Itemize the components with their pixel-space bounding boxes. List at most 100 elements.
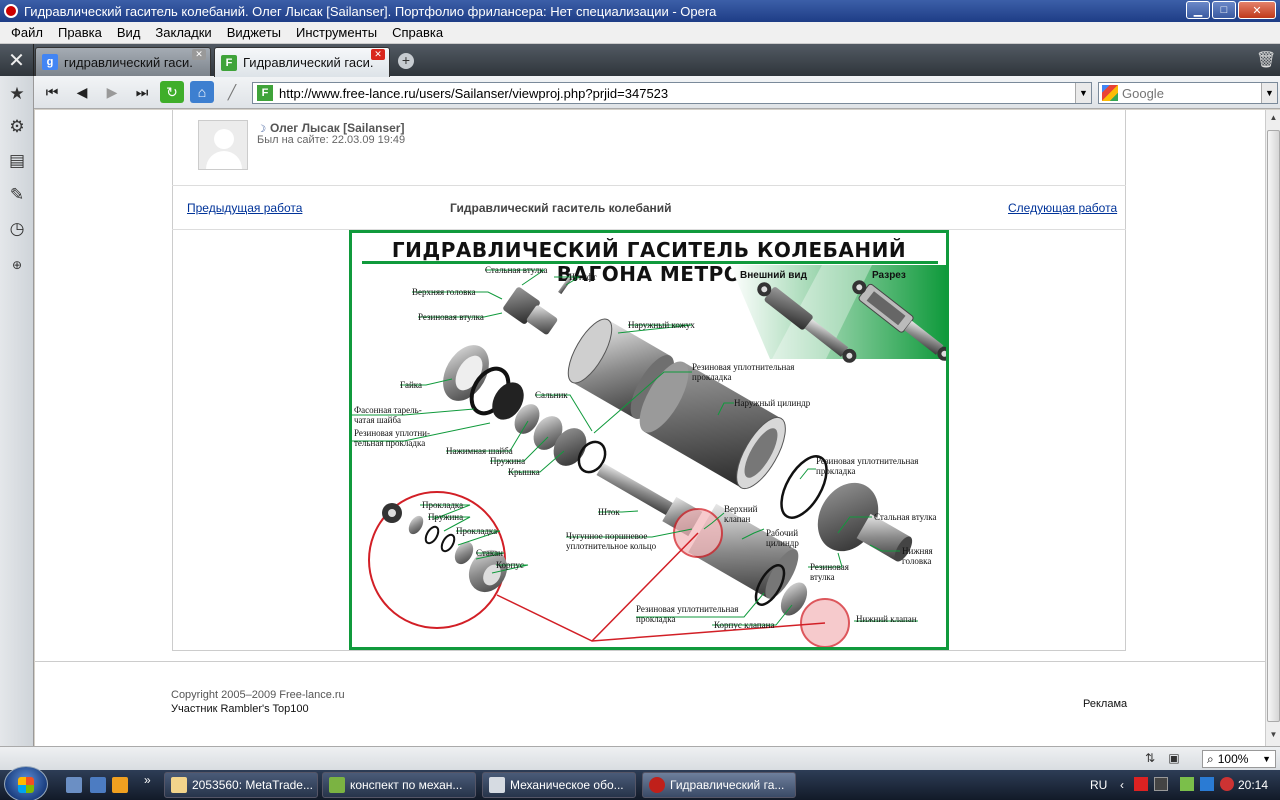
label-steel-bushing-top: Стальная втулка — [485, 265, 548, 275]
portfolio-image[interactable]: ГИДРАВЛИЧЕСКИЙ ГАСИТЕЛЬ КОЛЕБАНИЙ ВАГОНА… — [349, 230, 949, 650]
close-button[interactable]: ✕ — [1238, 1, 1276, 19]
task-konspekt[interactable]: конспект по механ... — [322, 772, 476, 798]
next-work-link[interactable]: Следующая работа — [1008, 201, 1117, 215]
panel-toggle-button[interactable]: ✕ — [0, 44, 34, 76]
search-field[interactable]: ▼ — [1098, 82, 1278, 104]
label-upper-valve-2: клапан — [724, 514, 751, 524]
magnifier-icon: ⌕ — [1207, 751, 1214, 766]
scroll-thumb[interactable] — [1267, 130, 1280, 722]
new-tab-button[interactable]: + — [398, 53, 414, 69]
maximize-button[interactable]: □ — [1212, 1, 1236, 19]
add-panel-icon[interactable]: ⊕ — [4, 252, 30, 278]
vertical-scrollbar[interactable]: ▲ ▼ — [1265, 110, 1280, 746]
bookmarks-star-icon[interactable]: ★ — [4, 81, 30, 107]
ads-label[interactable]: Реклама — [1083, 698, 1127, 710]
label-lower-valve: Нижний клапан — [856, 614, 917, 624]
menu-widgets[interactable]: Виджеты — [220, 25, 289, 40]
fast-forward-button[interactable]: ⏭ — [130, 81, 154, 103]
minimize-icon: ▁ — [1193, 4, 1203, 17]
menu-edit[interactable]: Правка — [51, 25, 110, 40]
rewind-button[interactable]: ⏮ — [40, 81, 64, 103]
label-washer-1: Фасонная тарель- — [354, 405, 422, 415]
prev-work-link[interactable]: Предыдущая работа — [187, 201, 302, 215]
label-seal: Сальник — [535, 390, 568, 400]
tab-label: гидравлический гаси... — [64, 54, 194, 70]
label-rubber-bushing-top: Резиновая втулка — [418, 312, 484, 322]
menu-view[interactable]: Вид — [110, 25, 149, 40]
label-valve-body: Корпус клапана — [714, 620, 775, 630]
menu-help[interactable]: Справка — [385, 25, 451, 40]
avatar[interactable] — [198, 120, 248, 170]
tab-google[interactable]: g гидравлический гаси... ✕ — [35, 47, 211, 76]
label-rubber-gasket-2b: тельная прокладка — [354, 438, 426, 448]
label-outer-casing: Наружный кожух — [628, 320, 695, 330]
label-outer-cylinder: Наружный цилиндр — [734, 398, 811, 408]
tab-close-icon[interactable]: ✕ — [192, 49, 206, 60]
zoom-dropdown-icon: ▼ — [1262, 754, 1271, 764]
label-bottom-head-1: Нижняя — [902, 546, 933, 556]
search-dropdown-icon[interactable]: ▼ — [1261, 83, 1277, 103]
label-bottom-head-2: головка — [902, 556, 932, 566]
notes-icon[interactable]: ▤ — [4, 148, 30, 174]
reload-icon: ↻ — [166, 83, 178, 100]
rambler-link[interactable]: Участник Rambler's Top100 — [171, 703, 309, 715]
tray-app-icon[interactable] — [1154, 777, 1168, 791]
start-button[interactable] — [4, 766, 48, 800]
menu-tools[interactable]: Инструменты — [289, 25, 385, 40]
menu-file[interactable]: Файл — [4, 25, 51, 40]
fast-forward-icon: ⏭ — [135, 83, 149, 100]
image-toggle-icon[interactable]: ▣ — [1166, 751, 1182, 767]
minimize-button[interactable]: ▁ — [1186, 1, 1210, 19]
switch-windows-icon[interactable] — [90, 777, 106, 793]
task-mechanical[interactable]: Механическое обо... — [482, 772, 636, 798]
quicklaunch-more-icon[interactable]: » — [144, 773, 151, 787]
home-button[interactable]: ⌂ — [190, 81, 214, 103]
document-icon — [329, 777, 345, 793]
label-rubber-bushing-bottom-2: втулка — [810, 572, 835, 582]
word-document-icon — [489, 777, 505, 793]
address-url: http://www.free-lance.ru/users/Sailanser… — [279, 85, 669, 101]
network-tray-icon[interactable] — [1180, 777, 1194, 791]
label-detail-body: Корпус — [496, 560, 524, 570]
label-pressure-washer: Нажимная шайба — [446, 446, 513, 456]
tab-close-icon[interactable]: ✕ — [371, 49, 385, 60]
clock[interactable]: 20:14 — [1238, 778, 1268, 792]
site-favicon-icon: F — [257, 85, 273, 101]
network-icon[interactable]: ⇅ — [1142, 751, 1158, 767]
task-metatrader[interactable]: 2053560: MetaTrade... — [164, 772, 318, 798]
language-indicator[interactable]: RU — [1090, 778, 1107, 792]
scroll-down-icon[interactable]: ▼ — [1268, 730, 1279, 741]
tray-expand-icon[interactable]: ‹ — [1120, 778, 1124, 792]
wand-icon: ╱ — [227, 83, 237, 100]
wand-button[interactable]: ╱ — [220, 81, 244, 103]
task-opera[interactable]: Гидравлический га... — [642, 772, 796, 798]
feeds-icon[interactable]: ✎ — [4, 182, 30, 208]
address-field[interactable]: F http://www.free-lance.ru/users/Sailans… — [252, 82, 1092, 104]
user-name[interactable]: ☽ Олег Лысак [Sailanser] — [257, 121, 404, 135]
forward-button[interactable]: ▶ — [100, 81, 124, 103]
zoom-control[interactable]: ⌕ 100% ▼ — [1202, 750, 1276, 768]
menu-bookmarks[interactable]: Закладки — [148, 25, 219, 40]
tab-free-lance[interactable]: F Гидравлический гаси... ✕ — [214, 47, 390, 77]
history-clock-icon[interactable]: ◷ — [4, 216, 30, 242]
label-piston-ring-1: Чугунное поршневое — [566, 531, 648, 541]
gear-icon[interactable]: ⚙ — [4, 114, 30, 140]
home-icon: ⌂ — [197, 84, 207, 100]
back-button[interactable]: ◀ — [70, 81, 94, 103]
monitor-tray-icon[interactable] — [1200, 777, 1214, 791]
media-player-icon[interactable] — [112, 777, 128, 793]
scroll-up-icon[interactable]: ▲ — [1268, 113, 1279, 124]
windows-logo-icon — [18, 777, 34, 793]
windows-taskbar: » 2053560: MetaTrade... конспект по меха… — [0, 766, 1280, 800]
show-desktop-icon[interactable] — [66, 777, 82, 793]
volume-tray-icon[interactable] — [1220, 777, 1234, 791]
label-pin: Штифт — [569, 272, 597, 282]
label-detail-gasket-2: Прокладка — [456, 526, 498, 536]
search-input[interactable] — [1122, 85, 1252, 101]
trash-icon[interactable]: 🗑 — [1256, 50, 1276, 70]
label-rubber-gasket-3b: прокладка — [816, 466, 856, 476]
reload-button[interactable]: ↻ — [160, 81, 184, 103]
antivirus-icon[interactable] — [1134, 777, 1148, 791]
label-rubber-gasket-4a: Резиновая уплотнительная — [636, 604, 739, 614]
address-dropdown-icon[interactable]: ▼ — [1075, 83, 1091, 103]
